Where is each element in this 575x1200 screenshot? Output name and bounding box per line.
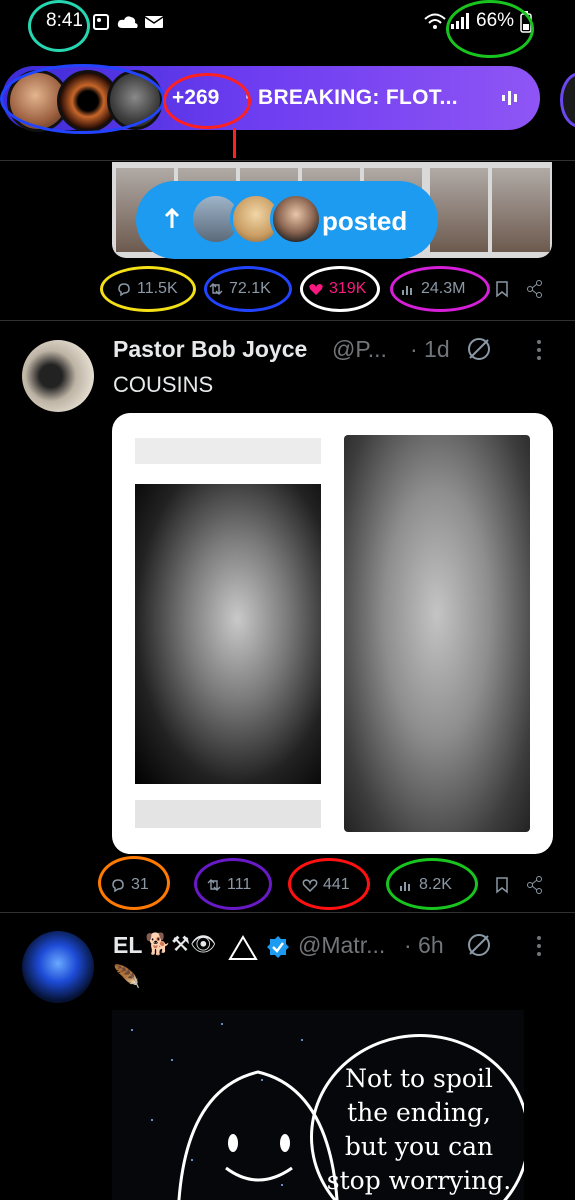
annotation-tail-red	[233, 128, 236, 158]
grok-icon[interactable]	[466, 932, 492, 958]
annotation-circle-white	[300, 266, 380, 312]
annotation-circle-purple	[194, 858, 272, 910]
avatar[interactable]	[22, 340, 94, 412]
mugshot-image	[492, 168, 550, 252]
share-icon[interactable]	[526, 876, 544, 894]
author-handle[interactable]: @Matr...	[298, 932, 385, 959]
meme-caption-line: stop worrying.	[326, 1166, 512, 1195]
avatar[interactable]	[22, 931, 94, 1003]
annotation-circle-blue	[0, 64, 165, 134]
annotation-circle-green	[386, 858, 478, 910]
share-icon[interactable]	[526, 280, 544, 298]
mail-icon	[144, 16, 164, 28]
post-text: 🪶	[113, 964, 141, 989]
left-portrait-photo	[135, 484, 321, 784]
more-options-icon[interactable]	[535, 934, 543, 958]
audio-wave-icon	[502, 91, 517, 105]
posted-label: posted	[322, 206, 408, 236]
photo-notification-icon	[93, 14, 109, 30]
mugshot-image	[430, 168, 488, 252]
tweet3-media[interactable]: Not to spoil the ending, but you can sto…	[112, 1010, 524, 1200]
annotation-circle-red	[163, 73, 251, 129]
annotation-circle-yellow	[100, 266, 196, 312]
bookmark-icon[interactable]	[494, 876, 510, 894]
live-headline: BREAKING: FLOT...	[258, 86, 458, 109]
annotation-circle-blue	[204, 266, 292, 312]
status-bar: 8:41 66%	[0, 0, 575, 58]
annotation-circle-red	[288, 858, 370, 910]
avatar	[270, 193, 322, 245]
annotation-circle-orange	[98, 856, 170, 910]
meme-caption: Not to spoil the ending, but you can sto…	[326, 1062, 512, 1198]
author-handle[interactable]: @P...	[332, 336, 387, 363]
arrow-up-icon	[164, 208, 180, 228]
divider	[0, 160, 575, 161]
cloud-icon	[117, 16, 138, 28]
divider	[0, 320, 575, 321]
post-time[interactable]: · 1d	[410, 336, 450, 363]
meme-caption-line: but you can	[344, 1132, 494, 1161]
post-time[interactable]: · 6h	[404, 932, 444, 959]
photo-frame-bottom	[135, 800, 321, 828]
right-portrait-photo	[344, 435, 530, 832]
triangle-icon	[228, 935, 258, 960]
annotation-circle-teal	[28, 0, 90, 52]
bookmark-icon[interactable]	[494, 280, 510, 298]
author-name[interactable]: Pastor Bob Joyce	[113, 336, 307, 363]
verified-badge-icon	[267, 936, 289, 958]
divider	[0, 912, 575, 913]
next-space-avatar[interactable]	[560, 72, 575, 128]
meme-caption-line: the ending,	[347, 1098, 491, 1127]
post-text: COUSINS	[113, 372, 214, 397]
wifi-icon	[424, 13, 446, 29]
author-name-emoji: 🐕⚒👁	[145, 933, 217, 956]
author-name[interactable]: EL	[113, 932, 142, 959]
more-options-icon[interactable]	[535, 338, 543, 362]
annotation-circle-magenta	[390, 266, 490, 312]
annotation-circle-green	[446, 0, 534, 58]
photo-frame-top	[135, 438, 321, 464]
meme-caption-line: Not to spoil	[345, 1064, 493, 1093]
grok-icon[interactable]	[466, 336, 492, 362]
